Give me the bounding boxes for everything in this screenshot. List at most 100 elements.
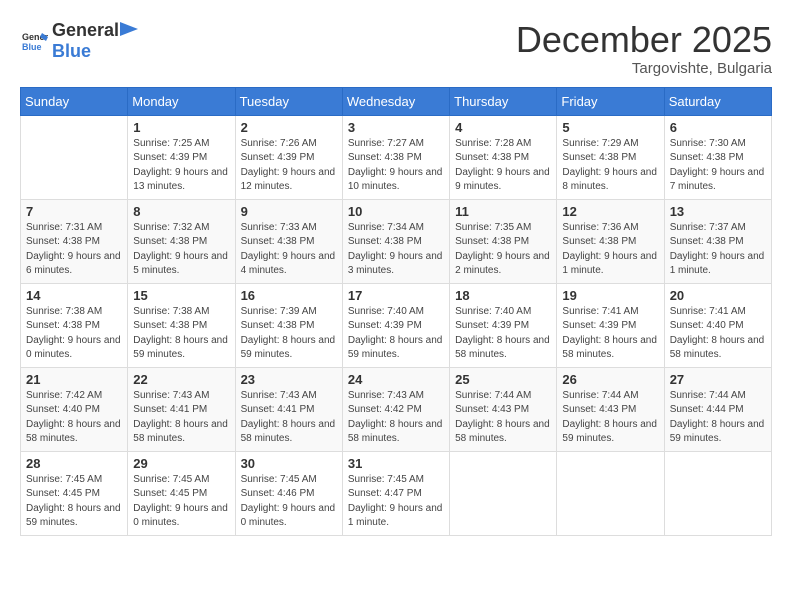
logo-blue-text: Blue	[52, 41, 91, 61]
calendar-cell	[664, 451, 771, 535]
calendar-cell: 18 Sunrise: 7:40 AMSunset: 4:39 PMDayligh…	[450, 283, 557, 367]
calendar-cell: 26 Sunrise: 7:44 AMSunset: 4:43 PMDayligh…	[557, 367, 664, 451]
calendar-cell: 13Sunrise: 7:37 AMSunset: 4:38 PMDayligh…	[664, 199, 771, 283]
calendar-cell: 20Sunrise: 7:41 AMSunset: 4:40 PMDayligh…	[664, 283, 771, 367]
weekday-header-thursday: Thursday	[450, 87, 557, 115]
day-number: 6	[670, 120, 766, 135]
logo-icon: General Blue	[20, 27, 48, 55]
day-info: Sunrise: 7:40 AMSunset: 4:39 PMDaylight:…	[348, 305, 444, 363]
weekday-header-row: SundayMondayTuesdayWednesdayThursdayFrid…	[21, 87, 772, 115]
day-number: 23	[241, 372, 337, 387]
day-info: Sunrise: 7:38 AMSunset: 4:38 PMDaylight:…	[26, 305, 122, 363]
calendar-cell: 9 Sunrise: 7:33 AMSunset: 4:38 PMDaylight…	[235, 199, 342, 283]
day-number: 9	[241, 204, 337, 219]
day-info: Sunrise: 7:38 AMSunset: 4:38 PMDaylight:…	[133, 305, 229, 363]
calendar-cell: 16 Sunrise: 7:39 AMSunset: 4:38 PMDayligh…	[235, 283, 342, 367]
calendar-cell: 11Sunrise: 7:35 AMSunset: 4:38 PMDayligh…	[450, 199, 557, 283]
day-number: 10	[348, 204, 444, 219]
calendar-table: SundayMondayTuesdayWednesdayThursdayFrid…	[20, 87, 772, 536]
day-info: Sunrise: 7:44 AMSunset: 4:44 PMDaylight:…	[670, 389, 766, 447]
day-number: 16	[241, 288, 337, 303]
calendar-cell: 23 Sunrise: 7:43 AMSunset: 4:41 PMDayligh…	[235, 367, 342, 451]
day-number: 24	[348, 372, 444, 387]
day-info: Sunrise: 7:30 AMSunset: 4:38 PMDaylight:…	[670, 137, 766, 195]
day-number: 31	[348, 456, 444, 471]
location-text: Targovishte, Bulgaria	[516, 60, 772, 77]
calendar-cell: 31 Sunrise: 7:45 AMSunset: 4:47 PMDayligh…	[342, 451, 449, 535]
day-number: 29	[133, 456, 229, 471]
weekday-header-wednesday: Wednesday	[342, 87, 449, 115]
weekday-header-friday: Friday	[557, 87, 664, 115]
svg-text:Blue: Blue	[22, 42, 42, 52]
day-info: Sunrise: 7:45 AMSunset: 4:45 PMDaylight:…	[26, 473, 122, 531]
calendar-cell: 22 Sunrise: 7:43 AMSunset: 4:41 PMDayligh…	[128, 367, 235, 451]
day-info: Sunrise: 7:45 AMSunset: 4:47 PMDaylight:…	[348, 473, 444, 531]
day-number: 19	[562, 288, 658, 303]
calendar-cell: 24Sunrise: 7:43 AMSunset: 4:42 PMDayligh…	[342, 367, 449, 451]
day-info: Sunrise: 7:36 AMSunset: 4:38 PMDaylight:…	[562, 221, 658, 279]
calendar-week-row: 28 Sunrise: 7:45 AMSunset: 4:45 PMDayligh…	[21, 451, 772, 535]
day-number: 1	[133, 120, 229, 135]
day-number: 14	[26, 288, 122, 303]
day-info: Sunrise: 7:45 AMSunset: 4:45 PMDaylight:…	[133, 473, 229, 531]
calendar-cell: 19 Sunrise: 7:41 AMSunset: 4:39 PMDayligh…	[557, 283, 664, 367]
month-title: December 2025	[516, 20, 772, 60]
day-info: Sunrise: 7:27 AMSunset: 4:38 PMDaylight:…	[348, 137, 444, 195]
day-info: Sunrise: 7:33 AMSunset: 4:38 PMDaylight:…	[241, 221, 337, 279]
day-number: 8	[133, 204, 229, 219]
day-number: 22	[133, 372, 229, 387]
day-info: Sunrise: 7:40 AMSunset: 4:39 PMDaylight:…	[455, 305, 551, 363]
day-number: 20	[670, 288, 766, 303]
day-number: 3	[348, 120, 444, 135]
day-number: 5	[562, 120, 658, 135]
day-number: 26	[562, 372, 658, 387]
calendar-week-row: 1Sunrise: 7:25 AMSunset: 4:39 PMDaylight…	[21, 115, 772, 199]
day-info: Sunrise: 7:43 AMSunset: 4:41 PMDaylight:…	[241, 389, 337, 447]
weekday-header-monday: Monday	[128, 87, 235, 115]
calendar-cell: 5Sunrise: 7:29 AMSunset: 4:38 PMDaylight…	[557, 115, 664, 199]
day-info: Sunrise: 7:35 AMSunset: 4:38 PMDaylight:…	[455, 221, 551, 279]
calendar-cell	[21, 115, 128, 199]
day-info: Sunrise: 7:37 AMSunset: 4:38 PMDaylight:…	[670, 221, 766, 279]
day-info: Sunrise: 7:41 AMSunset: 4:39 PMDaylight:…	[562, 305, 658, 363]
day-number: 4	[455, 120, 551, 135]
calendar-cell: 29 Sunrise: 7:45 AMSunset: 4:45 PMDayligh…	[128, 451, 235, 535]
calendar-cell: 27 Sunrise: 7:44 AMSunset: 4:44 PMDayligh…	[664, 367, 771, 451]
calendar-week-row: 14 Sunrise: 7:38 AMSunset: 4:38 PMDayligh…	[21, 283, 772, 367]
day-number: 21	[26, 372, 122, 387]
calendar-cell: 2Sunrise: 7:26 AMSunset: 4:39 PMDaylight…	[235, 115, 342, 199]
calendar-cell	[557, 451, 664, 535]
calendar-week-row: 21 Sunrise: 7:42 AMSunset: 4:40 PMDayligh…	[21, 367, 772, 451]
day-info: Sunrise: 7:34 AMSunset: 4:38 PMDaylight:…	[348, 221, 444, 279]
logo-general-text: General	[52, 20, 119, 41]
calendar-cell: 28 Sunrise: 7:45 AMSunset: 4:45 PMDayligh…	[21, 451, 128, 535]
day-number: 30	[241, 456, 337, 471]
day-info: Sunrise: 7:39 AMSunset: 4:38 PMDaylight:…	[241, 305, 337, 363]
calendar-cell: 21 Sunrise: 7:42 AMSunset: 4:40 PMDayligh…	[21, 367, 128, 451]
day-info: Sunrise: 7:32 AMSunset: 4:38 PMDaylight:…	[133, 221, 229, 279]
page-header: General Blue General Blue December 2025 …	[20, 20, 772, 77]
day-info: Sunrise: 7:28 AMSunset: 4:38 PMDaylight:…	[455, 137, 551, 195]
day-number: 17	[348, 288, 444, 303]
calendar-cell: 30 Sunrise: 7:45 AMSunset: 4:46 PMDayligh…	[235, 451, 342, 535]
logo: General Blue General Blue	[20, 20, 139, 62]
logo-chevron-icon	[120, 22, 138, 36]
day-info: Sunrise: 7:26 AMSunset: 4:39 PMDaylight:…	[241, 137, 337, 195]
day-number: 7	[26, 204, 122, 219]
day-number: 15	[133, 288, 229, 303]
calendar-cell: 12 Sunrise: 7:36 AMSunset: 4:38 PMDayligh…	[557, 199, 664, 283]
day-number: 27	[670, 372, 766, 387]
calendar-cell	[450, 451, 557, 535]
day-number: 12	[562, 204, 658, 219]
day-info: Sunrise: 7:45 AMSunset: 4:46 PMDaylight:…	[241, 473, 337, 531]
day-info: Sunrise: 7:43 AMSunset: 4:41 PMDaylight:…	[133, 389, 229, 447]
day-number: 28	[26, 456, 122, 471]
calendar-cell: 1Sunrise: 7:25 AMSunset: 4:39 PMDaylight…	[128, 115, 235, 199]
day-info: Sunrise: 7:44 AMSunset: 4:43 PMDaylight:…	[562, 389, 658, 447]
day-info: Sunrise: 7:42 AMSunset: 4:40 PMDaylight:…	[26, 389, 122, 447]
day-number: 18	[455, 288, 551, 303]
calendar-cell: 4 Sunrise: 7:28 AMSunset: 4:38 PMDaylight…	[450, 115, 557, 199]
weekday-header-sunday: Sunday	[21, 87, 128, 115]
calendar-cell: 17 Sunrise: 7:40 AMSunset: 4:39 PMDayligh…	[342, 283, 449, 367]
calendar-cell: 14 Sunrise: 7:38 AMSunset: 4:38 PMDayligh…	[21, 283, 128, 367]
